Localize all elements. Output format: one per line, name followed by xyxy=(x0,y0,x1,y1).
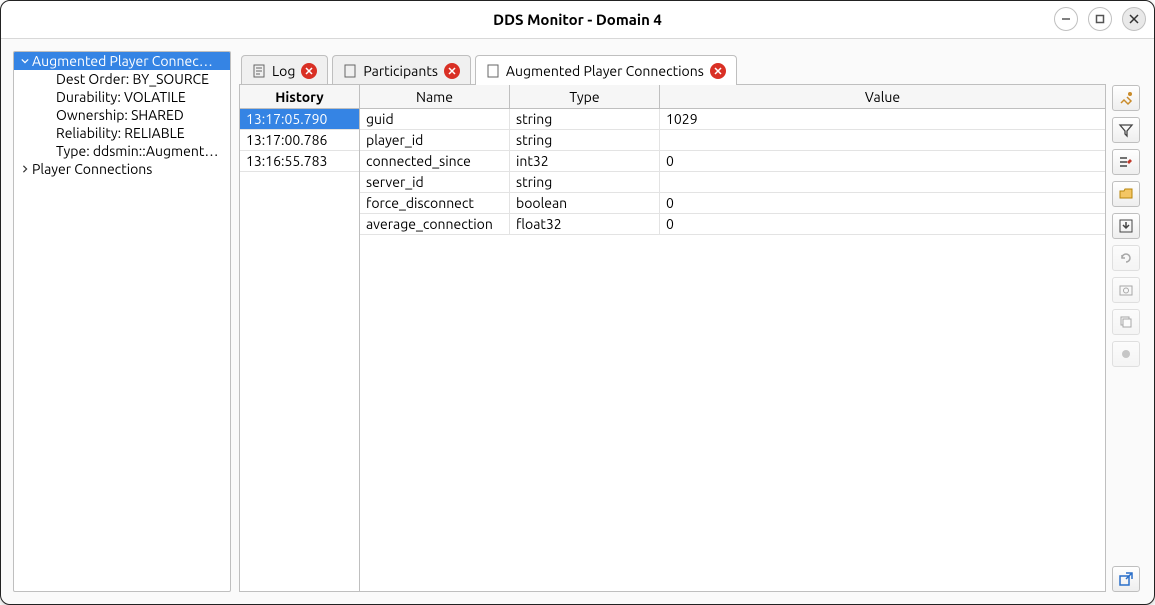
filter-button[interactable] xyxy=(1112,117,1140,143)
detail-row[interactable]: player_idstring xyxy=(360,130,1105,151)
cell-type: string xyxy=(510,172,660,192)
window-title: DDS Monitor - Domain 4 xyxy=(493,11,662,28)
detail-row[interactable]: connected_sinceint320 xyxy=(360,151,1105,172)
right-toolbar xyxy=(1112,51,1142,592)
tab-augmented-player-connections[interactable]: Augmented Player Connections xyxy=(475,55,737,85)
brush-button[interactable] xyxy=(1112,85,1140,111)
export-button[interactable] xyxy=(1112,213,1140,239)
tab-participants[interactable]: Participants xyxy=(332,55,471,85)
cell-type: float32 xyxy=(510,214,660,234)
history-header-label: History xyxy=(240,85,359,108)
copy-button xyxy=(1112,309,1140,335)
cell-name: average_connection xyxy=(360,214,510,234)
client-area: Augmented Player Connec… Dest Order: BY_… xyxy=(1,39,1154,604)
detail-header: Name Type Value xyxy=(360,85,1105,109)
detail-row[interactable]: guidstring1029 xyxy=(360,109,1105,130)
history-list[interactable]: 13:17:05.79013:17:00.78613:16:55.783 xyxy=(240,109,359,591)
cell-value: 0 xyxy=(660,193,1105,213)
detail-row[interactable]: average_connectionfloat320 xyxy=(360,214,1105,235)
tree-item-type[interactable]: Type: ddsmin::Augment… xyxy=(14,142,230,160)
content-panel: Log Participants Augmented Player Connec… xyxy=(239,51,1106,592)
col-header-value[interactable]: Value xyxy=(660,85,1105,108)
detail-row[interactable]: force_disconnectboolean0 xyxy=(360,193,1105,214)
col-header-name[interactable]: Name xyxy=(360,85,510,108)
cell-type: int32 xyxy=(510,151,660,171)
cell-value: 0 xyxy=(660,151,1105,171)
tree-item-label: Augmented Player Connec… xyxy=(32,53,213,69)
app-window: DDS Monitor - Domain 4 Augmented Player … xyxy=(0,0,1155,605)
cell-value: 0 xyxy=(660,214,1105,234)
detail-column: Name Type Value guidstring1029player_ids… xyxy=(360,85,1105,591)
minimize-button[interactable] xyxy=(1054,7,1078,31)
tree-item-augmented-player-connections[interactable]: Augmented Player Connec… xyxy=(14,52,230,70)
history-row[interactable]: 13:17:00.786 xyxy=(240,130,359,151)
tree-item-dest-order[interactable]: Dest Order: BY_SOURCE xyxy=(14,70,230,88)
cell-type: string xyxy=(510,109,660,129)
title-bar: DDS Monitor - Domain 4 xyxy=(1,1,1154,39)
cell-name: force_disconnect xyxy=(360,193,510,213)
main-area: Log Participants Augmented Player Connec… xyxy=(239,51,1142,592)
cell-value xyxy=(660,130,1105,150)
tree-item-player-connections[interactable]: Player Connections xyxy=(14,160,230,178)
document-icon xyxy=(486,64,500,78)
history-column: History 13:17:05.79013:17:00.78613:16:55… xyxy=(240,85,360,591)
cell-value xyxy=(660,172,1105,192)
tab-log[interactable]: Log xyxy=(241,55,328,85)
tab-close-icon[interactable] xyxy=(710,63,726,79)
tree-item-durability[interactable]: Durability: VOLATILE xyxy=(14,88,230,106)
close-button[interactable] xyxy=(1122,7,1146,31)
tree-item-ownership[interactable]: Ownership: SHARED xyxy=(14,106,230,124)
sidebar-tree[interactable]: Augmented Player Connec… Dest Order: BY_… xyxy=(13,51,231,592)
list-edit-button[interactable] xyxy=(1112,149,1140,175)
tab-close-icon[interactable] xyxy=(444,63,460,79)
cell-name: guid xyxy=(360,109,510,129)
document-icon xyxy=(343,64,357,78)
record-button xyxy=(1112,341,1140,367)
history-header: History xyxy=(240,85,359,109)
tab-bar: Log Participants Augmented Player Connec… xyxy=(239,51,1106,85)
chevron-down-icon[interactable] xyxy=(18,57,32,65)
cell-name: server_id xyxy=(360,172,510,192)
tab-close-icon[interactable] xyxy=(301,63,317,79)
chevron-right-icon[interactable] xyxy=(18,165,32,173)
folder-open-button[interactable] xyxy=(1112,181,1140,207)
window-controls xyxy=(1054,7,1146,31)
document-icon xyxy=(252,64,266,78)
cell-name: connected_since xyxy=(360,151,510,171)
detail-row[interactable]: server_idstring xyxy=(360,172,1105,193)
history-row[interactable]: 13:17:05.790 xyxy=(240,109,359,130)
detail-grid[interactable]: guidstring1029player_idstringconnected_s… xyxy=(360,109,1105,591)
tree-item-reliability[interactable]: Reliability: RELIABLE xyxy=(14,124,230,142)
refresh-button xyxy=(1112,245,1140,271)
cell-value: 1029 xyxy=(660,109,1105,129)
history-row[interactable]: 13:16:55.783 xyxy=(240,151,359,172)
popout-button[interactable] xyxy=(1112,566,1140,592)
tab-panel: History 13:17:05.79013:17:00.78613:16:55… xyxy=(239,84,1106,592)
maximize-button[interactable] xyxy=(1088,7,1112,31)
cell-type: boolean xyxy=(510,193,660,213)
cell-type: string xyxy=(510,130,660,150)
col-header-type[interactable]: Type xyxy=(510,85,660,108)
cell-name: player_id xyxy=(360,130,510,150)
tree-item-label: Player Connections xyxy=(32,161,152,177)
snapshot-button xyxy=(1112,277,1140,303)
